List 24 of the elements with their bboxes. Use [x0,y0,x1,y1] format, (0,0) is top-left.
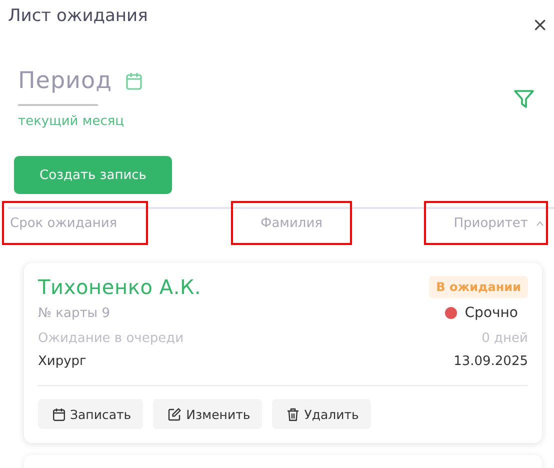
column-header[interactable]: Фамилия [231,201,352,245]
date: 13.09.2025 [454,354,528,369]
trash-icon [287,408,300,420]
period-value[interactable]: текущий месяц [18,114,124,129]
status-badge: В ожидании [429,276,528,298]
calendar-icon[interactable] [126,72,142,90]
close-button[interactable]: × [532,16,548,35]
action-button[interactable]: Изменить [153,399,262,429]
window-title: Лист ожидания [8,6,148,26]
column-header[interactable]: Приоритет [424,201,548,245]
priority-label: Срочно [464,305,518,321]
card-number: № карты 9 [38,306,110,320]
column-header[interactable]: Срок ожидания [2,201,148,245]
action-button[interactable]: Записать [38,399,144,429]
wait-label: Ожидание в очереди [38,331,184,346]
wait-value: 0 дней [482,331,528,346]
action-button[interactable]: Удалить [272,399,371,429]
period-label: Период [18,68,112,94]
specialty: Хирург [38,354,86,369]
calendar-icon [53,408,65,420]
edit-icon [168,408,182,420]
filter-icon[interactable] [514,90,534,108]
patient-name: Тихоненко А.К. [38,275,202,299]
create-record-button[interactable]: Создать запись [14,156,172,194]
